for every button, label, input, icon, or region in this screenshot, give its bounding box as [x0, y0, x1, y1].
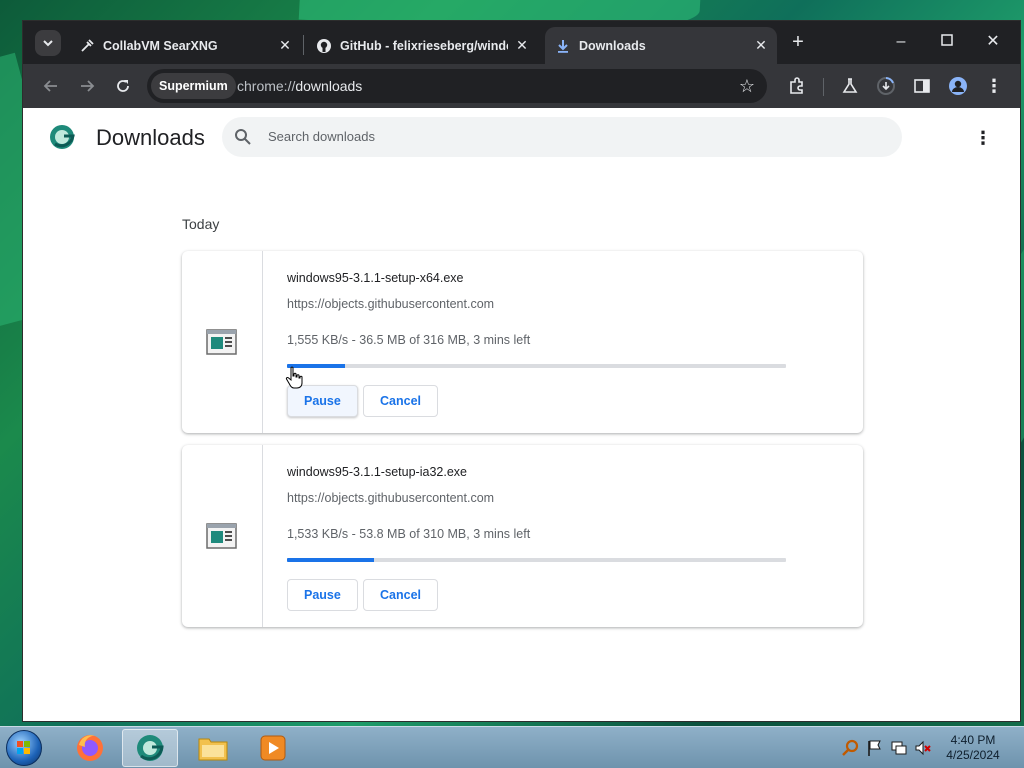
browser-name-chip[interactable]: Supermium: [151, 73, 236, 99]
taskbar-supermium[interactable]: [122, 729, 178, 767]
new-tab-button[interactable]: +: [786, 31, 810, 55]
search-icon: [235, 129, 251, 145]
tab-label: GitHub - felixrieseberg/windo: [340, 38, 508, 53]
close-window-button[interactable]: ✕: [981, 31, 1005, 53]
download-status: 1,533 KB/s - 53.8 MB of 310 MB, 3 mins l…: [287, 527, 531, 541]
download-item: windows95-3.1.1-setup-ia32.exe https://o…: [182, 445, 863, 627]
forward-arrow-icon: [81, 80, 95, 92]
browser-window: CollabVM SearXNG ✕ GitHub - felixriesebe…: [22, 20, 1021, 722]
github-icon: [316, 38, 332, 54]
clock-time: 4:40 PM: [950, 733, 996, 747]
windows-logo-icon: [17, 741, 30, 754]
start-button[interactable]: [6, 730, 42, 766]
tab-label: CollabVM SearXNG: [103, 38, 218, 53]
search-tray-icon[interactable]: [842, 739, 860, 757]
side-panel-icon[interactable]: [910, 74, 934, 98]
system-clock[interactable]: 4:40 PM 4/25/2024: [930, 733, 1016, 763]
download-icon: [555, 38, 571, 54]
more-options-icon[interactable]: ⋮: [973, 127, 993, 149]
close-icon[interactable]: ✕: [753, 37, 769, 53]
source-url[interactable]: https://objects.githubusercontent.com: [287, 297, 494, 311]
tab-strip: CollabVM SearXNG ✕ GitHub - felixriesebe…: [23, 21, 1020, 64]
taskbar: 4:40 PM 4/25/2024: [0, 726, 1024, 768]
url-text: chrome://downloads: [237, 78, 362, 94]
cancel-button[interactable]: Cancel: [363, 579, 438, 611]
maximize-icon: [941, 34, 953, 46]
exe-file-icon: [206, 329, 237, 355]
source-url[interactable]: https://objects.githubusercontent.com: [287, 491, 494, 505]
action-center-flag-icon[interactable]: [866, 739, 884, 757]
tab-downloads[interactable]: Downloads ✕: [545, 27, 777, 64]
close-icon[interactable]: ✕: [514, 37, 530, 53]
progress-bar: [287, 364, 786, 368]
back-arrow-icon: [43, 80, 57, 92]
progress-fill: [287, 558, 374, 562]
reload-button[interactable]: [111, 74, 135, 98]
hand-cursor-icon: [285, 366, 303, 389]
menu-kebab-icon[interactable]: ⋮: [982, 74, 1006, 98]
search-input[interactable]: Search downloads: [222, 117, 902, 157]
labs-flask-icon[interactable]: [838, 74, 862, 98]
exe-file-icon: [206, 523, 237, 549]
back-button[interactable]: [39, 74, 63, 98]
url-scheme: chrome://: [237, 78, 296, 94]
firefox-icon: [77, 735, 103, 761]
file-icon-column: [182, 251, 263, 433]
media-player-icon: [260, 735, 286, 761]
download-item: windows95-3.1.1-setup-x64.exe https://ob…: [182, 251, 863, 433]
url-path: downloads: [295, 78, 363, 94]
extensions-icon[interactable]: [785, 74, 809, 98]
profile-avatar-icon[interactable]: [946, 74, 970, 98]
forward-button[interactable]: [75, 74, 99, 98]
searxng-icon: [79, 38, 95, 54]
maximize-button[interactable]: [935, 31, 959, 53]
progress-bar: [287, 558, 786, 562]
reload-icon: [117, 80, 129, 92]
tab-search-button[interactable]: [35, 30, 61, 56]
toolbar: Supermium chrome://downloads ☆ ⋮: [23, 64, 1020, 108]
file-icon-column: [182, 445, 263, 627]
omnibox[interactable]: Supermium chrome://downloads ☆: [147, 69, 767, 103]
close-icon[interactable]: ✕: [277, 37, 293, 53]
date-heading: Today: [182, 216, 220, 232]
search-placeholder: Search downloads: [268, 129, 375, 144]
taskbar-media-player[interactable]: [245, 729, 301, 767]
taskbar-firefox[interactable]: [62, 729, 118, 767]
supermium-logo: [49, 124, 75, 150]
file-name[interactable]: windows95-3.1.1-setup-ia32.exe: [287, 465, 467, 479]
tab-label: Downloads: [579, 38, 646, 53]
toolbar-divider: [823, 78, 824, 96]
network-icon[interactable]: [890, 739, 908, 757]
tab-divider: [303, 35, 304, 55]
taskbar-explorer[interactable]: [185, 729, 241, 767]
cancel-button[interactable]: Cancel: [363, 385, 438, 417]
download-progress-icon[interactable]: [874, 74, 898, 98]
minimize-button[interactable]: –: [889, 31, 913, 53]
chevron-down-icon: [43, 40, 53, 47]
folder-icon: [198, 738, 228, 761]
download-status: 1,555 KB/s - 36.5 MB of 316 MB, 3 mins l…: [287, 333, 531, 347]
downloads-page: Downloads Search downloads ⋮ Today windo…: [23, 108, 1020, 721]
pause-button[interactable]: Pause: [287, 579, 358, 611]
file-name[interactable]: windows95-3.1.1-setup-x64.exe: [287, 271, 464, 285]
tab-searxng[interactable]: CollabVM SearXNG ✕: [69, 27, 301, 64]
clock-date: 4/25/2024: [946, 748, 1000, 762]
supermium-icon: [137, 735, 164, 761]
page-title: Downloads: [96, 125, 205, 150]
bookmark-star-icon[interactable]: ☆: [739, 76, 755, 96]
tab-github[interactable]: GitHub - felixrieseberg/windo ✕: [306, 27, 538, 64]
